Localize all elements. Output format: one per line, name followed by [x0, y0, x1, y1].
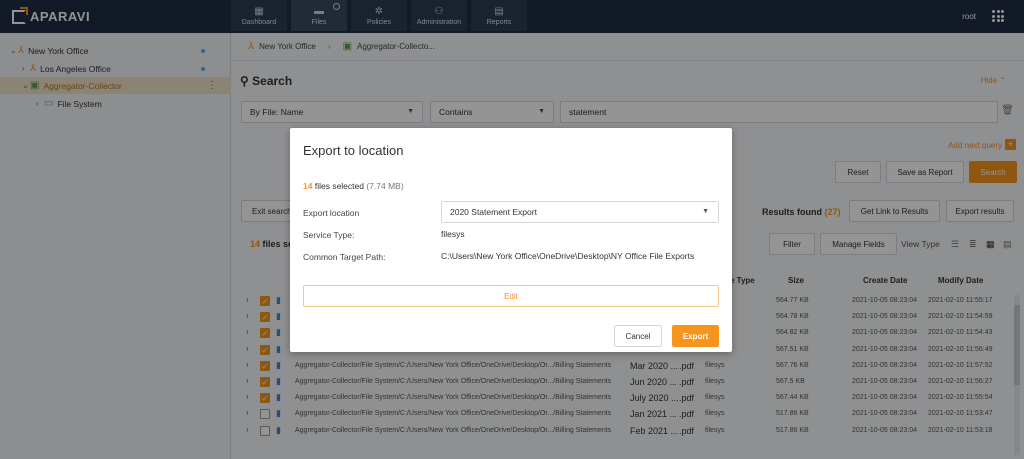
export-modal: Export to location 14 files selected (7.…	[290, 128, 732, 352]
modal-files-label: files selected	[314, 181, 364, 191]
export-location-select[interactable]: 2020 Statement Export ▼	[441, 201, 719, 223]
target-path-label: Common Target Path:	[303, 252, 386, 262]
modal-files-count: 14	[303, 181, 313, 191]
export-location-label: Export location	[303, 208, 360, 218]
edit-button[interactable]: Edit	[303, 285, 719, 307]
modal-files-size: (7.74 MB)	[366, 181, 404, 191]
export-button[interactable]: Export	[672, 325, 719, 347]
cancel-button[interactable]: Cancel	[614, 325, 662, 347]
select-value: 2020 Statement Export	[450, 207, 537, 217]
caret-down-icon: ▼	[702, 208, 709, 215]
service-type-value: filesys	[441, 229, 465, 239]
modal-title: Export to location	[303, 143, 404, 158]
service-type-label: Service Type:	[303, 230, 355, 240]
modal-files-selected: 14 files selected (7.74 MB)	[303, 181, 404, 191]
target-path-value: C:\Users\New York Office\OneDrive\Deskto…	[441, 251, 695, 261]
